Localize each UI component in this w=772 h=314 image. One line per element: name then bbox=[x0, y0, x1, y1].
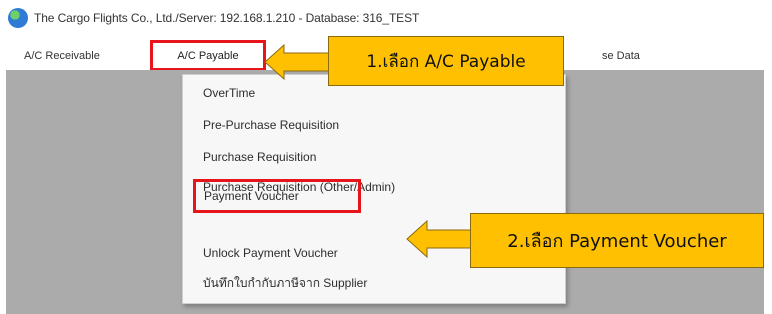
menu-ac-payable[interactable]: A/C Payable bbox=[150, 40, 266, 71]
ac-payable-dropdown: OverTime Pre-Purchase Requisition Purcha… bbox=[182, 74, 566, 304]
callout-step-2: 2.เลือก Payment Voucher bbox=[470, 213, 764, 268]
callout-step-2-text: 2.เลือก Payment Voucher bbox=[507, 231, 727, 252]
menu-item-payment-voucher-label: Payment Voucher bbox=[204, 189, 299, 203]
title-bar: The Cargo Flights Co., Ltd./Server: 192.… bbox=[8, 4, 478, 32]
menu-item-purchase-requisition[interactable]: Purchase Requisition bbox=[203, 147, 316, 167]
menu-ac-payable-label: A/C Payable bbox=[177, 49, 239, 62]
menu-item-unlock-payment-voucher[interactable]: Unlock Payment Voucher bbox=[203, 243, 338, 263]
arrow-left-icon bbox=[406, 220, 472, 258]
menu-item-supplier-tax-invoice[interactable]: บันทึกใบกำกับภาษีจาก Supplier bbox=[203, 273, 367, 293]
window-title: The Cargo Flights Co., Ltd./Server: 192.… bbox=[34, 11, 420, 25]
screenshot-frame: The Cargo Flights Co., Ltd./Server: 192.… bbox=[0, 0, 772, 314]
menu-item-pre-purchase-requisition[interactable]: Pre-Purchase Requisition bbox=[203, 115, 339, 135]
menu-base-data[interactable]: se Data bbox=[598, 44, 644, 68]
menu-item-overtime[interactable]: OverTime bbox=[203, 83, 255, 103]
menu-item-payment-voucher[interactable]: Payment Voucher bbox=[193, 179, 361, 213]
menu-ac-receivable[interactable]: A/C Receivable bbox=[20, 44, 104, 68]
callout-step-1: 1.เลือก A/C Payable bbox=[328, 36, 564, 86]
globe-icon bbox=[8, 8, 28, 28]
arrow-left-icon bbox=[264, 44, 330, 80]
callout-step-1-text: 1.เลือก A/C Payable bbox=[366, 51, 526, 72]
